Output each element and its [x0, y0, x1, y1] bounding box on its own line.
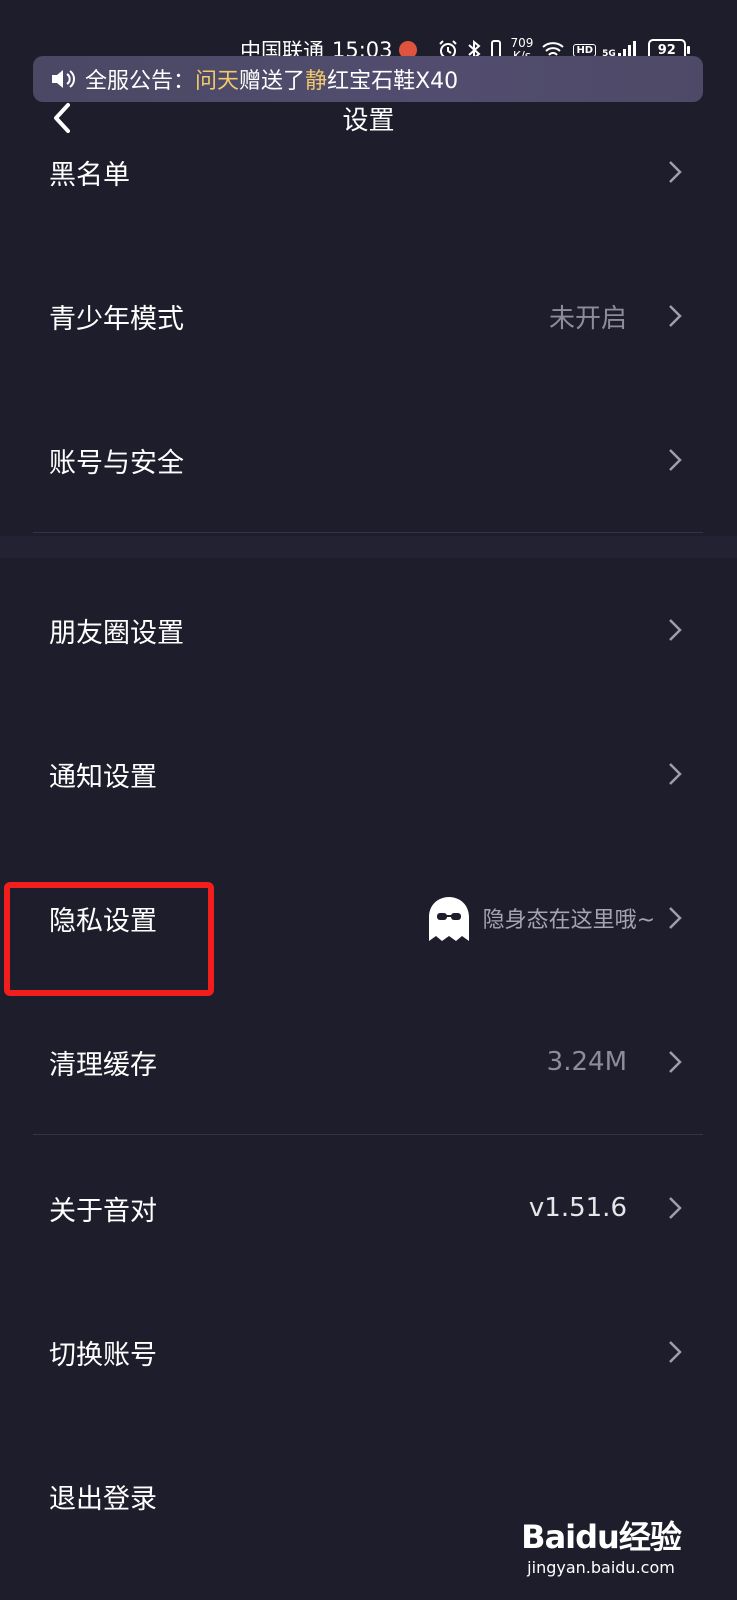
- watermark-brand-text: Baidu经验: [521, 1518, 682, 1556]
- chevron-right-icon: [665, 304, 685, 328]
- settings-item-moments[interactable]: 朋友圈设置: [0, 590, 737, 670]
- settings-item-about[interactable]: 关于音对 v1.51.6: [0, 1168, 737, 1248]
- settings-item-label: 切换账号: [49, 1339, 157, 1371]
- chevron-right-icon: [665, 1050, 685, 1074]
- announcement-receiver: 静: [305, 69, 328, 94]
- announcement-gift: 红宝石鞋X40: [327, 69, 459, 94]
- settings-screen: 中国联通 15:03 709 K/s HD 5G 92 全服公告： 问: [0, 0, 737, 1600]
- announcement-banner[interactable]: 全服公告： 问天 赠送了 静 红宝石鞋X40: [33, 56, 703, 102]
- settings-item-label: 通知设置: [49, 761, 157, 793]
- settings-item-switch-account[interactable]: 切换账号: [0, 1312, 737, 1392]
- settings-item-account-security[interactable]: 账号与安全: [0, 420, 737, 500]
- chevron-right-icon: [665, 762, 685, 786]
- section-separator: [0, 536, 737, 558]
- highlight-annotation-box: [4, 882, 214, 996]
- settings-item-label: 青少年模式: [49, 303, 184, 335]
- privacy-hint: 隐身态在这里哦~: [423, 893, 655, 943]
- chevron-right-icon: [665, 618, 685, 642]
- settings-item-notifications[interactable]: 通知设置: [0, 734, 737, 814]
- settings-item-label: 朋友圈设置: [49, 617, 184, 649]
- speaker-icon: [49, 67, 77, 91]
- settings-item-label: 关于音对: [49, 1195, 157, 1227]
- chevron-right-icon: [665, 906, 685, 930]
- settings-item-label: 清理缓存: [49, 1049, 157, 1081]
- settings-item-blacklist[interactable]: 黑名单: [0, 132, 737, 212]
- watermark-url: jingyan.baidu.com: [527, 1558, 675, 1577]
- cache-size: 3.24M: [546, 1047, 627, 1077]
- chevron-right-icon: [665, 160, 685, 184]
- ghost-icon: [428, 897, 469, 941]
- chevron-right-icon: [665, 448, 685, 472]
- hd-badge: HD: [573, 43, 597, 57]
- divider: [33, 532, 703, 533]
- settings-item-label: 黑名单: [49, 159, 130, 191]
- baidu-jingyan-watermark: Baidu经验 jingyan.baidu.com: [501, 1512, 701, 1592]
- settings-item-teen-mode[interactable]: 青少年模式 未开启: [0, 276, 737, 356]
- settings-item-label: 账号与安全: [49, 447, 184, 479]
- chevron-right-icon: [665, 1196, 685, 1220]
- settings-item-clear-cache[interactable]: 清理缓存 3.24M: [0, 1022, 737, 1102]
- announcement-sender: 问天: [195, 69, 240, 94]
- app-version: v1.51.6: [528, 1193, 627, 1223]
- divider: [33, 1134, 703, 1135]
- teen-mode-status: 未开启: [548, 303, 627, 334]
- settings-item-label: 退出登录: [49, 1483, 157, 1515]
- chevron-right-icon: [665, 1340, 685, 1364]
- announcement-prefix: 全服公告：: [85, 69, 196, 94]
- watermark-brand: Baidu经验: [501, 1512, 701, 1558]
- privacy-hint-text: 隐身态在这里哦~: [482, 908, 655, 933]
- announcement-action: 赠送了: [239, 69, 306, 94]
